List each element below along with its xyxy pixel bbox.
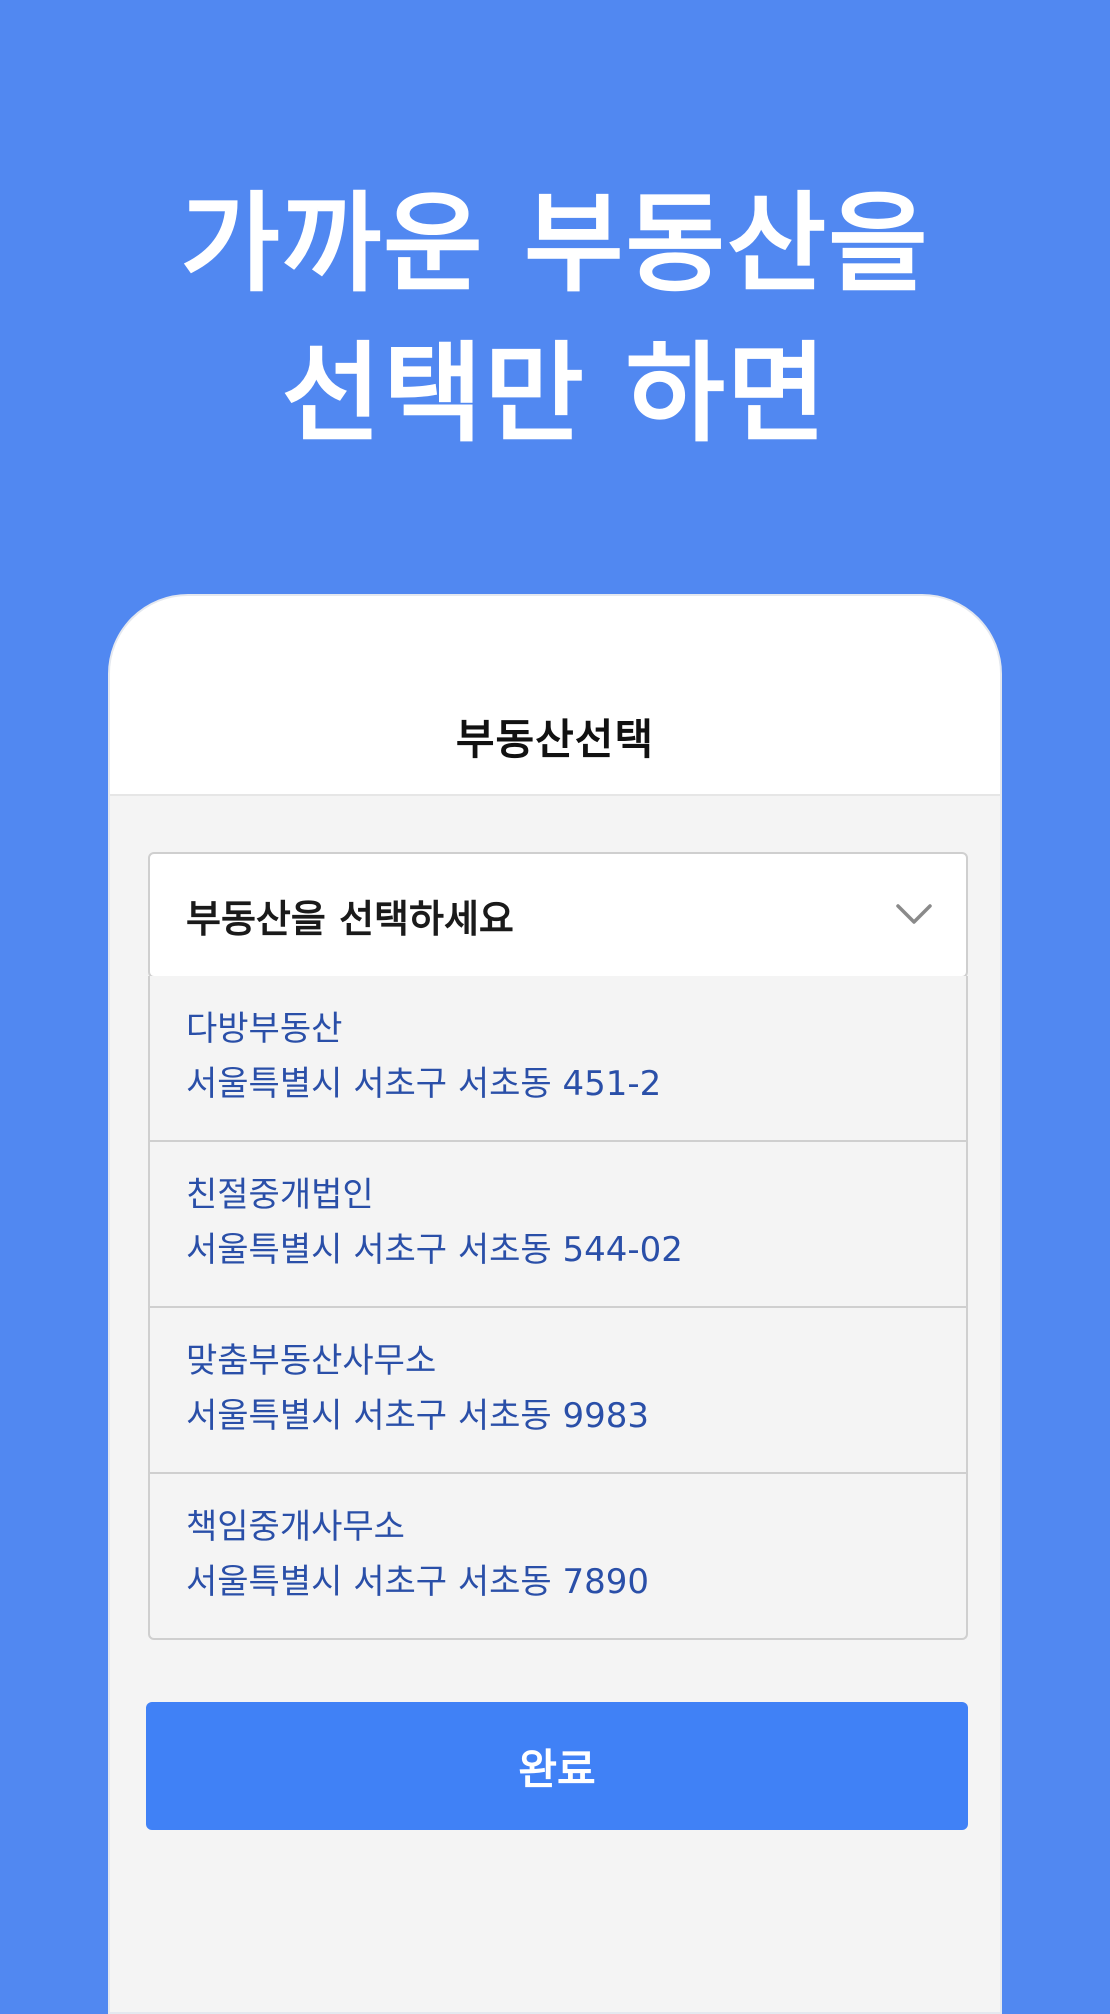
done-button[interactable]: 완료: [146, 1702, 968, 1830]
agency-name: 친절중개법인: [186, 1175, 374, 1215]
agency-option-list: 다방부동산 서울특별시 서초구 서초동 451-2 친절중개법인 서울특별시 서…: [148, 976, 968, 1640]
chevron-down-icon: [896, 904, 932, 924]
promo-headline: 가까운 부동산을 선택만 하면: [0, 170, 1110, 470]
agency-option[interactable]: 맞춤부동산사무소 서울특별시 서초구 서초동 9983: [150, 1308, 966, 1474]
agency-address: 서울특별시 서초구 서초동 7890: [186, 1562, 650, 1602]
phone-status-area: [110, 596, 1000, 678]
agency-name: 책임중개사무소: [186, 1507, 405, 1547]
headline-line-2: 선택만 하면: [281, 332, 829, 457]
agency-option[interactable]: 친절중개법인 서울특별시 서초구 서초동 544-02: [150, 1142, 966, 1308]
agency-name: 맞춤부동산사무소: [186, 1341, 437, 1381]
agency-select[interactable]: 부동산을 선택하세요: [148, 852, 968, 978]
page-title: 부동산선택: [455, 714, 655, 764]
agency-address: 서울특별시 서초구 서초동 9983: [186, 1396, 650, 1436]
headline-line-1: 가까운 부동산을: [180, 182, 930, 307]
phone-frame: 부동산선택 부동산을 선택하세요 다방부동산 서울특별시 서초구 서초동 451…: [108, 594, 1002, 2014]
agency-name: 다방부동산: [186, 1009, 343, 1049]
agency-option[interactable]: 책임중개사무소 서울특별시 서초구 서초동 7890: [150, 1474, 966, 1638]
agency-address: 서울특별시 서초구 서초동 544-02: [186, 1230, 683, 1270]
navigation-bar: 부동산선택: [110, 678, 1000, 796]
agency-option[interactable]: 다방부동산 서울특별시 서초구 서초동 451-2: [150, 976, 966, 1142]
agency-address: 서울특별시 서초구 서초동 451-2: [186, 1064, 662, 1104]
select-label: 부동산을 선택하세요: [186, 896, 514, 941]
